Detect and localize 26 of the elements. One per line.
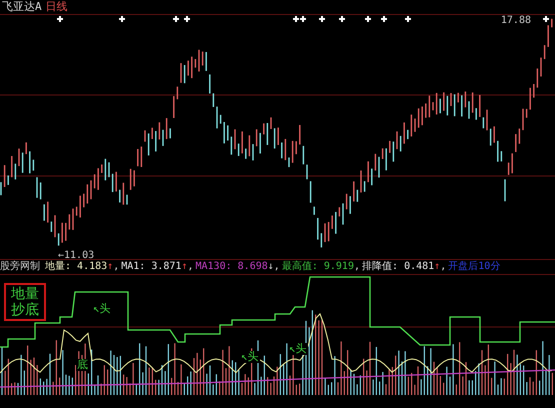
indicator-value: MA130: 8.698 [196,261,268,272]
legend-text: 抄底 [10,302,40,318]
separator: , [187,261,194,272]
signal-label: ↖头 [92,303,112,315]
trend-arrow: ↑ [181,261,188,272]
separator: , [113,261,120,272]
trend-arrow: ↓ [268,261,274,272]
indicator-value: 最高值: 9.919 [282,261,354,272]
signal-label: 底 [76,359,89,371]
indicator-value: MA1: 3.871 [121,261,182,272]
legend-text: 地量 [10,286,40,302]
indicator-source: 股旁网制 [0,260,40,274]
separator: , [440,261,446,272]
indicator-value: 开盘后10分 [448,261,500,272]
chart-period: 日线 [46,0,68,14]
separator: , [274,261,280,272]
signal-label: ↖头 [240,351,260,363]
indicator-value: 地量: 4.183 [45,261,108,272]
indicator-value: 排降值: 0.481 [362,261,434,272]
high-price-label: 17.88 [500,15,531,26]
trend-arrow: ↑ [434,261,440,272]
low-price-label: ←11.03 [58,250,94,261]
trend-arrow: ↑ [107,261,114,272]
separator: , [354,261,360,272]
stock-name: 飞亚达A [2,0,42,14]
signal-label: ↖头 [288,343,308,355]
